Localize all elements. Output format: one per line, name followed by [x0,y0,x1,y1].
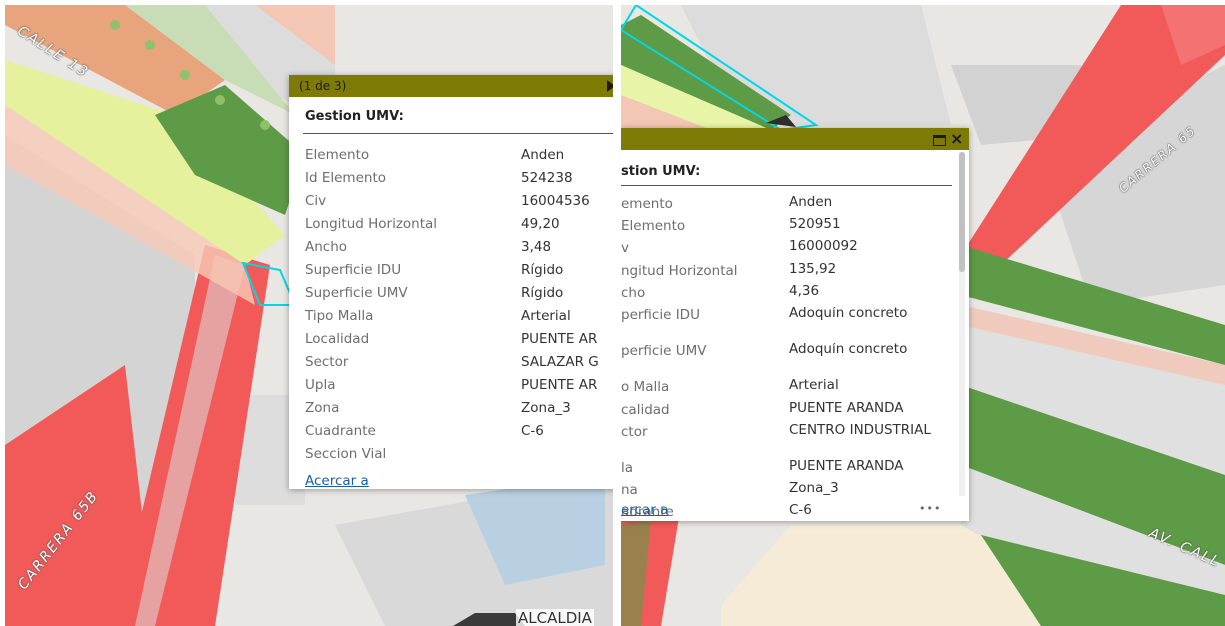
next-page-icon[interactable] [607,80,613,92]
attribute-value: 135,92 [789,262,837,276]
attribute-value: C-6 [521,423,544,439]
attribute-value: Rígido [521,285,564,301]
attribute-value: Arterial [521,308,571,324]
attribute-key: Elemento [621,218,686,235]
attribute-key: na [621,482,638,499]
attribute-key: cho [621,284,646,301]
attribute-key: Superficie UMV [305,285,408,301]
attribute-key: calidad [621,401,670,418]
attribute-value: 16004536 [521,193,590,209]
attribute-key: ngitud Horizontal [621,262,738,279]
popup-divider [621,185,952,186]
attribute-value: 49,20 [521,216,560,232]
popup-title: stion UMV: [621,164,701,179]
map-footer-text: ALCALDIA [516,609,594,626]
info-popup-left[interactable]: (1 de 3) Gestion UMV: Elemento Anden Id El… [289,75,613,489]
attribute-key: perficie IDU [621,307,700,323]
attribute-value: 524238 [521,170,573,186]
attribute-value: SALAZAR G [521,354,599,370]
popup-pager: (1 de 3) [299,79,347,93]
attribute-key: v [621,240,629,257]
attribute-value: Adoquín concreto [789,343,908,357]
maximize-icon[interactable] [933,135,946,146]
attribute-key: Ancho [305,239,348,255]
zoom-to-link[interactable]: ercar a [621,502,668,518]
attribute-key: Sector [305,354,349,370]
attribute-key: Id Elemento [305,170,386,186]
attribute-value: C-6 [789,504,812,518]
attribute-value: 3,48 [521,239,552,255]
attribute-value: PUENTE AR [521,331,598,347]
attribute-value: Rígido [521,262,564,278]
attribute-key: perficie UMV [621,343,707,360]
attribute-key: Tipo Malla [305,308,374,324]
attribute-key: Cuadrante [305,423,376,439]
attribute-key: Elemento [305,147,370,163]
attribute-value: Adoquín concreto [789,307,908,320]
popup-divider [303,133,613,134]
attribute-key: Zona [305,400,340,416]
attribute-value: CENTRO INDUSTRIAL [789,423,931,437]
attribute-key: Civ [305,193,327,209]
attribute-value: Arterial [789,379,839,393]
popup-scrollbar[interactable] [959,152,965,496]
more-options-icon[interactable]: ••• [919,502,941,515]
zoom-to-link[interactable]: Acercar a [305,473,369,489]
attribute-value: 4,36 [789,284,820,298]
popup-title: Gestion UMV: [305,109,404,124]
attribute-key: Superficie IDU [305,262,402,278]
attribute-key: Upla [305,377,336,393]
attribute-value: 16000092 [789,240,858,254]
attribute-value: PUENTE ARANDA [789,401,904,415]
popup-header[interactable]: (1 de 3) [289,75,613,97]
attribute-value: Anden [789,196,833,209]
attribute-key: Seccion Vial [305,446,387,462]
attribute-key: emento [621,196,673,212]
attribute-value: Zona_3 [521,400,571,416]
attribute-value: Zona_3 [789,482,839,496]
attribute-key: ctor [621,423,648,440]
attribute-value: Anden [521,147,565,163]
close-icon[interactable]: × [950,129,963,148]
scrollbar-thumb[interactable] [959,152,965,272]
attribute-value: 520951 [789,218,841,232]
attribute-key: la [621,460,634,476]
attribute-key: Localidad [305,331,370,347]
attribute-value: PUENTE AR [521,377,598,393]
popup-header[interactable]: × [621,128,969,150]
map-view-left[interactable]: CALLE 13 CARRERA 65B ALCALDIA (1 de 3) G… [5,5,613,626]
attribute-key: o Malla [621,379,670,396]
info-popup-right[interactable]: × stion UMV: emento Anden Elemento 520951 v 1… [621,128,969,521]
map-view-right[interactable]: CARRERA 65 AV. CALL × stion UMV: emento A… [621,5,1225,626]
attribute-key: Longitud Horizontal [305,216,438,232]
attribute-value: PUENTE ARANDA [789,460,904,473]
